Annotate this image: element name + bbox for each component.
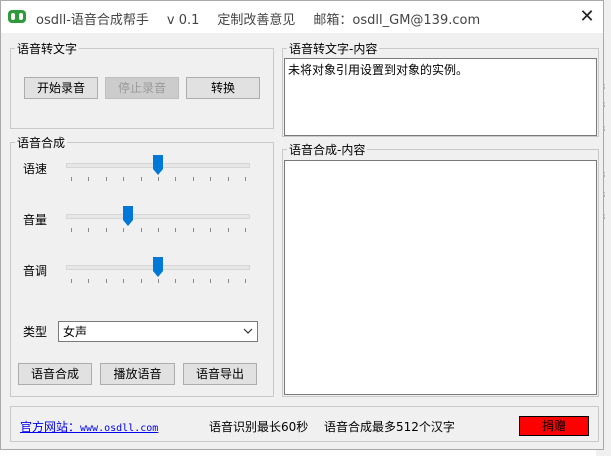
slider-tick xyxy=(210,279,211,283)
slider-tick xyxy=(245,228,246,232)
slider-tick xyxy=(123,228,124,232)
footer-bar: 官方网站：www.osdll.com 语音识别最长60秒 语音合成最多512个汉… xyxy=(10,406,599,442)
tts-input-textarea[interactable] xyxy=(284,160,597,395)
pitch-label: 音调 xyxy=(23,264,48,278)
speech-to-text-title: 语音转文字 xyxy=(15,40,80,57)
slider-tick xyxy=(210,177,211,181)
export-voice-button[interactable]: 语音导出 xyxy=(183,363,257,385)
slider-tick xyxy=(71,279,72,283)
app-name: osdll-语音合成帮手 xyxy=(36,13,149,28)
voice-type-value: 女声 xyxy=(63,325,88,339)
slider-tick xyxy=(88,279,89,283)
play-voice-button[interactable]: 播放语音 xyxy=(100,363,175,385)
chevron-down-icon xyxy=(243,328,253,334)
tts-content-group: 语音合成-内容 xyxy=(282,141,599,397)
synthesize-button[interactable]: 语音合成 xyxy=(18,363,92,385)
slider-tick xyxy=(106,177,107,181)
slider-thumb[interactable] xyxy=(123,206,133,226)
slider-thumb[interactable] xyxy=(153,257,163,277)
slider-thumb[interactable] xyxy=(153,155,163,175)
website-url: www.osdll.com xyxy=(80,423,159,434)
speed-slider[interactable] xyxy=(66,155,250,185)
stop-recording-button[interactable]: 停止录音 xyxy=(105,77,179,99)
volume-slider[interactable] xyxy=(66,206,250,236)
feedback-link[interactable]: 定制改善意见 xyxy=(217,13,295,28)
close-icon[interactable]: ✕ xyxy=(574,4,600,30)
voice-type-select[interactable]: 女声 xyxy=(58,321,258,342)
slider-tick xyxy=(106,228,107,232)
convert-button[interactable]: 转换 xyxy=(186,77,260,99)
tts-limit-text: 语音合成最多512个汉字 xyxy=(324,420,455,434)
window-title: osdll-语音合成帮手 v 0.1 定制改善意见 邮箱：osdll_GM@139.c… xyxy=(36,9,498,28)
app-version: v 0.1 xyxy=(166,13,200,28)
app-logo-icon xyxy=(8,10,26,23)
website-prefix: 官方网站： xyxy=(20,420,81,434)
pitch-slider[interactable] xyxy=(66,257,250,287)
slider-tick xyxy=(193,177,194,181)
slider-tick xyxy=(228,177,229,181)
slider-tick xyxy=(88,228,89,232)
official-website-link[interactable]: 官方网站：www.osdll.com xyxy=(20,418,158,435)
slider-tick xyxy=(158,279,159,283)
volume-label: 音量 xyxy=(23,213,48,227)
slider-tick xyxy=(158,177,159,181)
slider-tick xyxy=(175,279,176,283)
donate-button[interactable]: 捐赠 xyxy=(519,416,589,436)
speed-label: 语速 xyxy=(23,162,48,176)
type-label: 类型 xyxy=(23,325,48,339)
speech-to-text-group: 语音转文字 开始录音 停止录音 转换 xyxy=(10,40,274,129)
tts-group: 语音合成 语速 音量 音调 类型 女声 语音合成 播放语音 语音导出 xyxy=(10,134,274,397)
slider-tick xyxy=(141,228,142,232)
slider-tick xyxy=(88,177,89,181)
slider-tick xyxy=(228,228,229,232)
contact-email: 邮箱：osdll_GM@139.com xyxy=(313,13,481,28)
slider-tick xyxy=(158,228,159,232)
slider-tick xyxy=(71,177,72,181)
slider-tick xyxy=(193,228,194,232)
stt-content-title: 语音转文字-内容 xyxy=(287,40,380,57)
tts-content-title: 语音合成-内容 xyxy=(287,141,368,158)
tts-title: 语音合成 xyxy=(15,134,68,151)
slider-tick xyxy=(123,177,124,181)
slider-tick xyxy=(245,177,246,181)
start-recording-button[interactable]: 开始录音 xyxy=(24,77,98,99)
slider-tick xyxy=(71,228,72,232)
slider-tick xyxy=(175,228,176,232)
slider-tick xyxy=(228,279,229,283)
slider-tick xyxy=(193,279,194,283)
slider-tick xyxy=(210,228,211,232)
title-bar[interactable]: osdll-语音合成帮手 v 0.1 定制改善意见 邮箱：osdll_GM@139.c… xyxy=(1,1,603,33)
slider-tick xyxy=(141,177,142,181)
stt-content-group: 语音转文字-内容 未将对象引用设置到对象的实例。 xyxy=(282,40,599,137)
slider-tick xyxy=(175,177,176,181)
slider-tick xyxy=(106,279,107,283)
main-window: osdll-语音合成帮手 v 0.1 定制改善意见 邮箱：osdll_GM@139.c… xyxy=(0,0,604,450)
stt-result-textarea[interactable]: 未将对象引用设置到对象的实例。 xyxy=(284,58,597,136)
slider-tick xyxy=(123,279,124,283)
asr-limit-text: 语音识别最长60秒 xyxy=(209,420,309,434)
slider-tick xyxy=(245,279,246,283)
slider-tick xyxy=(141,279,142,283)
slider-track xyxy=(66,214,250,219)
